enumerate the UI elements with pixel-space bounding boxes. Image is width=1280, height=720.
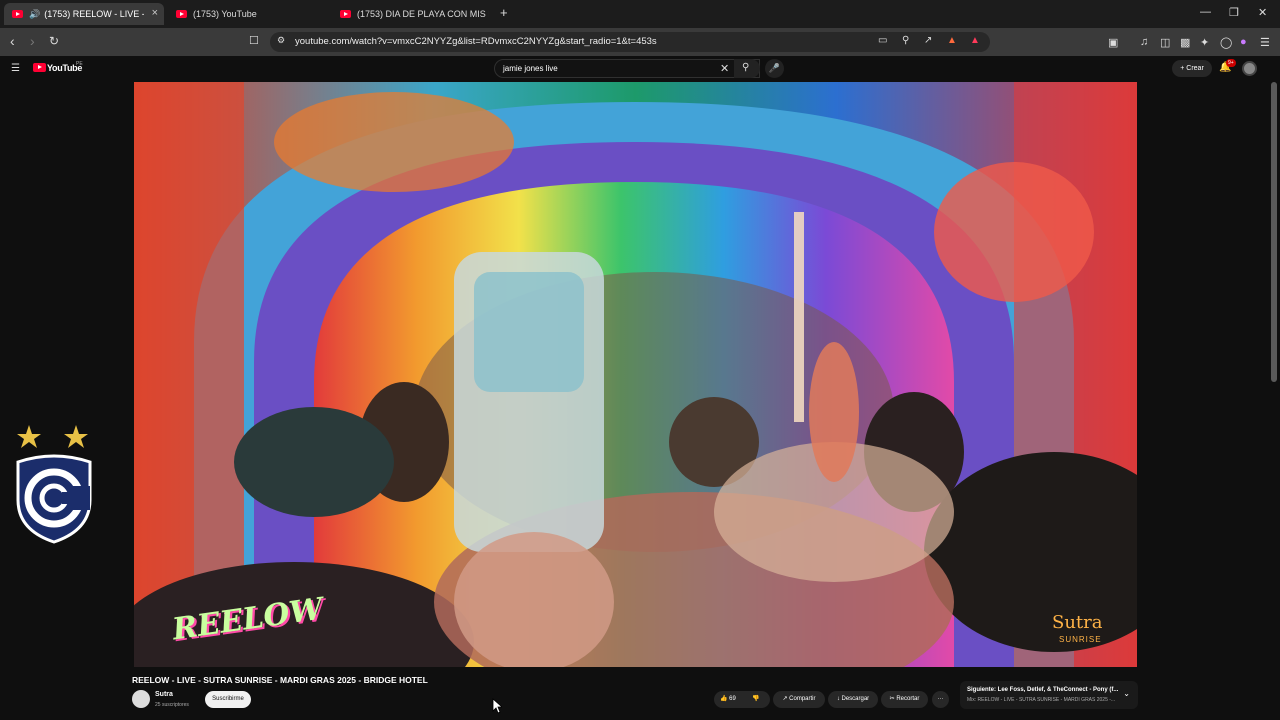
avatar[interactable] xyxy=(1242,61,1257,76)
clip-label: Recortar xyxy=(896,696,920,702)
address-bar[interactable]: ⚙ youtube.com/watch?v=vmxcC2NYYZg&list=R… xyxy=(270,32,990,52)
close-tab-icon[interactable]: × xyxy=(152,7,158,19)
sidebar-icon[interactable]: ◫ xyxy=(1160,36,1170,49)
like-button[interactable]: 👍 69 xyxy=(720,691,736,708)
browser-tab-strip: 🔊 (1753) REELOW - LIVE - SUTR × (1753) Y… xyxy=(0,0,1280,28)
url-text: youtube.com/watch?v=vmxcC2NYYZg&list=RDv… xyxy=(295,36,657,47)
back-icon[interactable]: ‹ xyxy=(10,33,15,49)
youtube-favicon-icon xyxy=(176,10,187,18)
sutra-watermark: Sutra xyxy=(1052,612,1103,633)
dislike-button[interactable]: 👎 xyxy=(752,691,759,708)
video-title: REELOW - LIVE - SUTRA SUNRISE - MARDI GR… xyxy=(132,675,428,685)
up-next-subtitle: Mix: REELOW - LIVE - SUTRA SUNRISE - MAR… xyxy=(967,697,1116,703)
menu-icon[interactable]: ☰ xyxy=(1260,36,1270,49)
tab-reelow[interactable]: 🔊 (1753) REELOW - LIVE - SUTR × xyxy=(4,3,164,25)
create-label: Crear xyxy=(1186,65,1204,72)
notifications-badge: 9+ xyxy=(1226,59,1236,67)
like-dislike-group: 👍 69 👎 xyxy=(714,691,770,708)
restore-icon[interactable]: ❐ xyxy=(1229,6,1239,19)
share-page-icon[interactable]: ↗ xyxy=(924,35,932,46)
youtube-header: ☰ YouTube PE jamie jones live ✕ ⚲ 🎤 + Cr… xyxy=(0,56,1280,82)
search-value: jamie jones live xyxy=(503,64,558,73)
search-button[interactable]: ⚲ xyxy=(734,59,760,78)
leo-ai-icon[interactable]: ✦ xyxy=(1200,36,1209,49)
like-count: 69 xyxy=(729,696,736,702)
youtube-favicon-icon xyxy=(340,10,351,18)
sunrise-watermark: SUNRISE xyxy=(1059,635,1102,644)
reload-icon[interactable]: ↻ xyxy=(49,34,59,48)
search-input[interactable]: jamie jones live ✕ xyxy=(494,59,760,78)
forward-icon[interactable]: › xyxy=(30,33,35,49)
share-button[interactable]: ↗ Compartir xyxy=(773,691,825,708)
minimize-icon[interactable]: — xyxy=(1200,6,1211,18)
country-code: PE xyxy=(76,61,83,67)
chevron-down-icon[interactable]: ⌄ xyxy=(1123,689,1130,698)
scrollbar-thumb[interactable] xyxy=(1271,82,1277,382)
close-window-icon[interactable]: ✕ xyxy=(1258,6,1267,19)
video-frame xyxy=(134,82,1137,667)
brave-rewards-icon[interactable]: ▲ xyxy=(970,35,980,46)
wallet-icon[interactable]: ▩ xyxy=(1180,36,1190,49)
download-label: Descargar xyxy=(841,696,870,702)
cast-icon[interactable]: ▭ xyxy=(878,35,887,46)
subscribe-button[interactable]: Suscribirme xyxy=(205,691,251,708)
youtube-logo-icon[interactable] xyxy=(33,63,46,72)
speaker-icon[interactable]: 🔊 xyxy=(29,9,40,20)
profile-icon[interactable]: ● xyxy=(1240,36,1247,48)
search-icon: ⚲ xyxy=(742,62,750,73)
video-player[interactable]: REELOW Sutra SUNRISE xyxy=(134,82,1137,667)
zoom-icon[interactable]: ⚲ xyxy=(902,35,909,46)
youtube-favicon-icon xyxy=(12,10,23,18)
channel-name[interactable]: Sutra xyxy=(155,691,173,698)
more-actions-button[interactable]: ··· xyxy=(932,691,949,708)
up-next-card[interactable]: Siguiente: Lee Foss, Detlef, & TheConnec… xyxy=(960,681,1138,709)
vpn-icon[interactable]: ◯ xyxy=(1220,36,1232,49)
bookmark-icon[interactable]: ☐ xyxy=(249,34,259,47)
voice-search-icon[interactable]: 🎤 xyxy=(765,59,784,78)
tab-label: (1753) REELOW - LIVE - SUTR xyxy=(44,9,144,19)
create-button[interactable]: + Crear xyxy=(1172,60,1212,77)
clear-search-icon[interactable]: ✕ xyxy=(720,62,729,75)
new-tab-button[interactable]: + xyxy=(500,5,508,20)
brave-shield-icon[interactable]: ▲ xyxy=(947,35,957,46)
media-icon[interactable]: ♫ xyxy=(1140,36,1148,48)
clip-button[interactable]: ✂ Recortar xyxy=(881,691,928,708)
screenshot-icon[interactable]: ▣ xyxy=(1108,36,1118,49)
channel-avatar[interactable] xyxy=(132,690,150,708)
share-label: Compartir xyxy=(789,696,816,702)
download-button[interactable]: ↓ Descargar xyxy=(828,691,878,708)
mouse-cursor-icon xyxy=(492,698,502,714)
club-crest-logo xyxy=(16,425,92,544)
tab-youtube[interactable]: (1753) YouTube xyxy=(168,3,328,25)
browser-toolbar: ‹ › ↻ ☐ ⚙ youtube.com/watch?v=vmxcC2NYYZ… xyxy=(0,28,1280,56)
tab-label: (1753) DIA DE PLAYA CON MIS HERM xyxy=(357,9,489,19)
subscriber-count: 25 suscriptores xyxy=(155,702,189,708)
hamburger-menu-icon[interactable]: ☰ xyxy=(11,63,20,74)
site-info-icon[interactable]: ⚙ xyxy=(277,35,285,46)
tab-dia-de-playa[interactable]: (1753) DIA DE PLAYA CON MIS HERM xyxy=(332,3,492,25)
up-next-title: Siguiente: Lee Foss, Detlef, & TheConnec… xyxy=(967,687,1119,693)
tab-label: (1753) YouTube xyxy=(193,9,257,19)
